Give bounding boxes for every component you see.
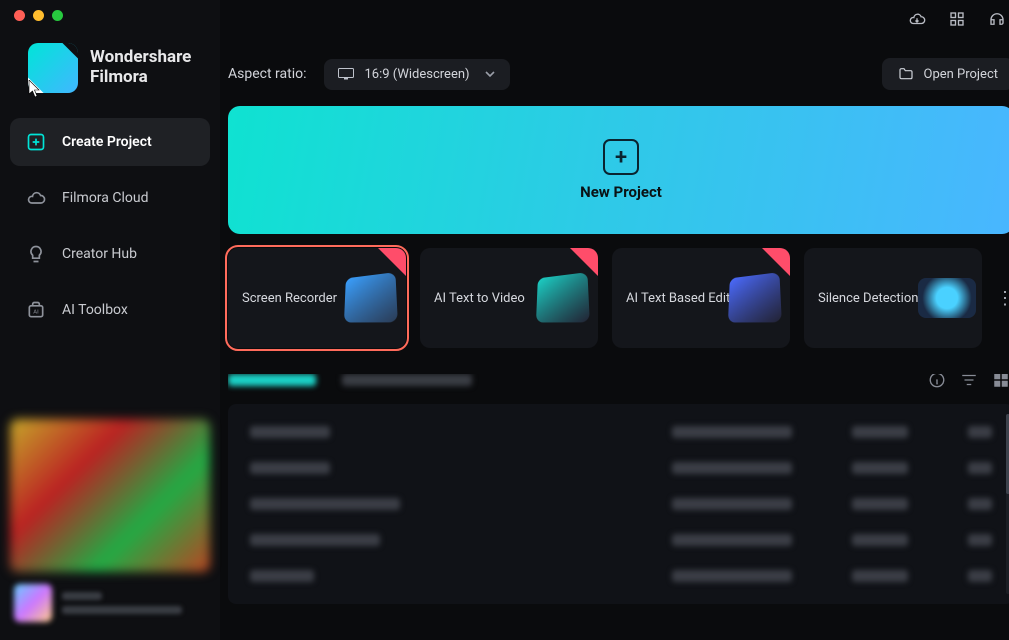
tool-card-label: Silence Detection	[818, 291, 918, 306]
minimize-window-icon[interactable]	[33, 10, 44, 21]
monitor-icon	[338, 68, 354, 80]
project-row-blurred[interactable]	[250, 426, 992, 438]
window-traffic-lights	[10, 10, 210, 21]
sidebar-item-filmora-cloud[interactable]: Filmora Cloud	[10, 174, 210, 222]
bulb-icon	[26, 244, 46, 264]
tool-card-label: AI Text to Video	[434, 291, 525, 306]
new-badge-icon	[378, 248, 406, 276]
aspect-ratio-label: Aspect ratio:	[228, 66, 306, 82]
sort-icon[interactable]	[960, 374, 978, 389]
plus-square-icon	[26, 132, 46, 152]
sidebar-item-label: Create Project	[62, 134, 152, 150]
sidebar-item-label: AI Toolbox	[62, 302, 128, 318]
open-project-label: Open Project	[924, 67, 999, 82]
tool-card-label: Screen Recorder	[242, 291, 337, 306]
tool-card-label: AI Text Based Edit	[626, 291, 730, 306]
svg-text:AI: AI	[33, 309, 39, 315]
projects-list-blurred	[228, 404, 1009, 604]
maximize-window-icon[interactable]	[52, 10, 63, 21]
toolbar: Aspect ratio: 16:9 (Widescreen) Open Pro…	[220, 38, 1009, 106]
sidebar-item-label: Creator Hub	[62, 246, 137, 262]
main-content: Aspect ratio: 16:9 (Widescreen) Open Pro…	[220, 0, 1009, 640]
projects-view-toggles	[928, 374, 1009, 389]
user-card[interactable]	[10, 580, 210, 630]
folder-icon	[898, 66, 914, 82]
plus-icon: +	[603, 139, 639, 175]
sidebar-item-ai-toolbox[interactable]: AI AI Toolbox	[10, 286, 210, 334]
project-row-blurred[interactable]	[250, 462, 992, 474]
projects-tabs-blurred	[228, 374, 1009, 386]
cloud-icon	[26, 188, 46, 208]
tool-cards-row: Screen Recorder AI Text to Video AI Text…	[228, 248, 1009, 348]
sidebar-item-create-project[interactable]: Create Project	[10, 118, 210, 166]
sidebar-footer	[10, 419, 210, 630]
new-badge-icon	[570, 248, 598, 276]
ai-box-icon: AI	[26, 300, 46, 320]
info-icon[interactable]	[928, 374, 946, 389]
cloud-download-icon[interactable]	[908, 10, 926, 28]
grid-apps-icon[interactable]	[948, 10, 966, 28]
tool-card-ai-text-to-video[interactable]: AI Text to Video	[420, 248, 598, 348]
aspect-ratio-value: 16:9 (Widescreen)	[364, 67, 469, 82]
tool-art-icon	[536, 272, 590, 322]
tool-art-icon	[728, 272, 782, 322]
project-row-blurred[interactable]	[250, 534, 992, 546]
headset-icon[interactable]	[988, 10, 1006, 28]
sidebar-item-label: Filmora Cloud	[62, 190, 148, 206]
grid-view-icon[interactable]	[992, 374, 1009, 389]
open-project-button[interactable]: Open Project	[882, 58, 1009, 90]
aspect-ratio-dropdown[interactable]: 16:9 (Widescreen)	[324, 59, 510, 90]
sidebar: Wondershare Filmora Create Project Filmo…	[0, 0, 220, 640]
tool-art-icon	[344, 272, 398, 322]
new-project-card[interactable]: + New Project	[228, 106, 1009, 234]
project-row-blurred[interactable]	[250, 498, 992, 510]
main-nav: Create Project Filmora Cloud Creator Hub…	[10, 118, 210, 334]
user-meta-blurred	[62, 592, 206, 614]
more-tools-button[interactable]: ⋮	[996, 248, 1009, 348]
tool-art-icon	[918, 278, 976, 318]
tool-card-silence-detection[interactable]: Silence Detection	[804, 248, 982, 348]
projects-section	[228, 374, 1009, 640]
tool-card-ai-text-based-edit[interactable]: AI Text Based Edit	[612, 248, 790, 348]
tab-blurred[interactable]	[342, 374, 472, 386]
chevron-down-icon	[484, 68, 496, 80]
promo-banner[interactable]	[10, 419, 210, 572]
avatar	[14, 584, 52, 622]
sidebar-item-creator-hub[interactable]: Creator Hub	[10, 230, 210, 278]
new-project-label: New Project	[580, 183, 662, 201]
tool-card-screen-recorder[interactable]: Screen Recorder	[228, 248, 406, 348]
close-window-icon[interactable]	[14, 10, 25, 21]
tab-blurred[interactable]	[228, 374, 316, 386]
new-badge-icon	[762, 248, 790, 276]
mouse-cursor-icon	[28, 80, 42, 98]
project-row-blurred[interactable]	[250, 570, 992, 582]
app-name: Wondershare Filmora	[90, 48, 191, 87]
top-icon-bar	[220, 0, 1009, 38]
